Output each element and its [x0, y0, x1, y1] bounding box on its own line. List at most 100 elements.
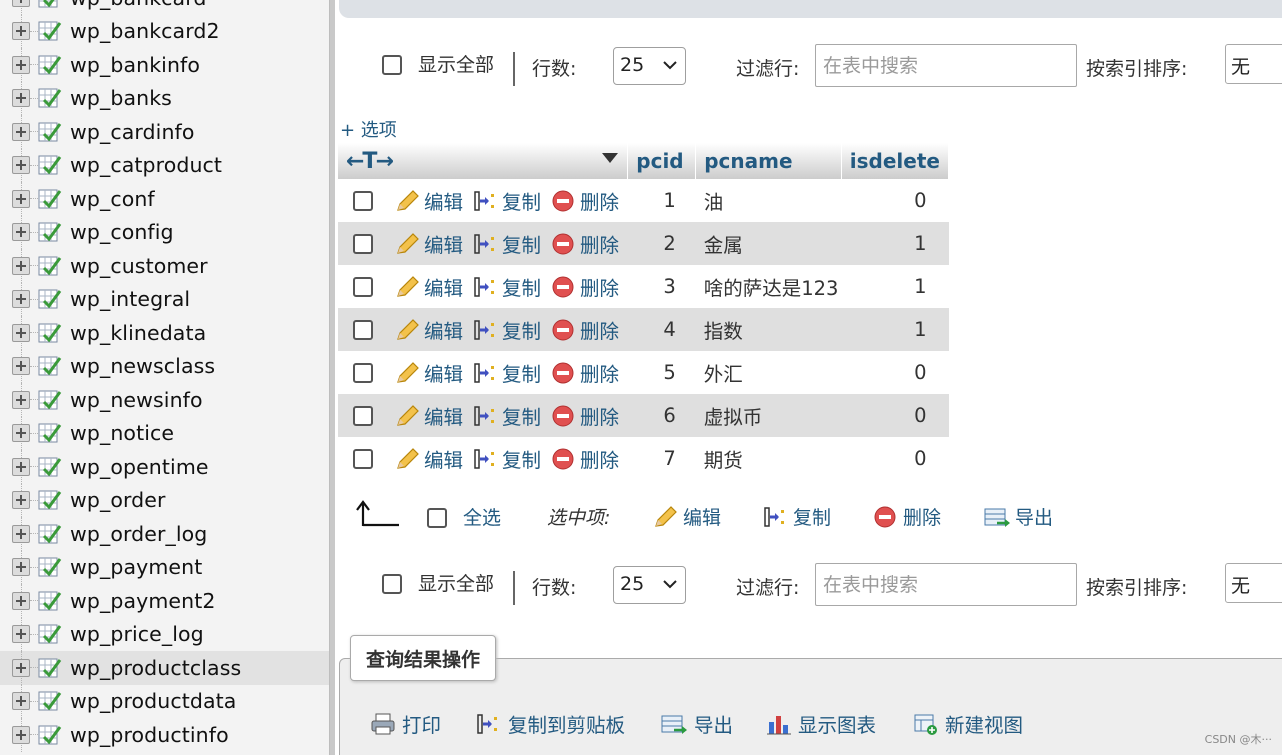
cell-pcname[interactable]: 油: [695, 179, 842, 222]
row-copy-button[interactable]: 复制: [473, 358, 541, 387]
sidebar-table-label[interactable]: wp_bankcard: [70, 0, 206, 10]
show-all-label[interactable]: 显示全部: [418, 50, 494, 77]
cell-isdelete[interactable]: 0: [841, 394, 949, 437]
sidebar-table-label[interactable]: wp_notice: [70, 421, 174, 445]
sort-by-index-select-bottom[interactable]: 无: [1225, 563, 1282, 603]
show-chart-button[interactable]: 显示图表: [766, 709, 876, 738]
sidebar-table-label[interactable]: wp_productclass: [70, 656, 241, 680]
sidebar-table-item[interactable]: wp_payment: [0, 550, 329, 584]
table-icon[interactable]: [38, 0, 62, 9]
cell-isdelete[interactable]: 0: [841, 437, 949, 480]
table-icon[interactable]: [38, 54, 62, 76]
cell-isdelete[interactable]: 1: [841, 222, 949, 265]
expand-icon[interactable]: [12, 457, 30, 476]
table-icon[interactable]: [38, 657, 62, 679]
cell-pcid[interactable]: 5: [627, 351, 696, 394]
row-edit-button[interactable]: 编辑: [395, 444, 463, 473]
sidebar-table-label[interactable]: wp_price_log: [70, 622, 204, 646]
expand-icon[interactable]: [12, 223, 30, 242]
expand-icon[interactable]: [12, 625, 30, 644]
sidebar-table-item[interactable]: wp_newsclass: [0, 349, 329, 383]
table-icon[interactable]: [38, 121, 62, 143]
expand-icon[interactable]: [12, 89, 30, 108]
filter-rows-field-bottom[interactable]: [816, 564, 1076, 605]
sidebar-table-label[interactable]: wp_catproduct: [70, 153, 222, 177]
row-copy-button[interactable]: 复制: [473, 229, 541, 258]
sidebar-table-label[interactable]: wp_order: [70, 488, 166, 512]
expand-icon[interactable]: [12, 658, 30, 677]
table-icon[interactable]: [38, 724, 62, 746]
row-delete-button[interactable]: 删除: [551, 358, 619, 387]
sidebar-table-item[interactable]: wp_opentime: [0, 450, 329, 484]
sidebar-table-item[interactable]: wp_conf: [0, 182, 329, 216]
cell-isdelete[interactable]: 0: [841, 351, 949, 394]
cell-pcname[interactable]: 外汇: [695, 351, 842, 394]
table-icon[interactable]: [38, 255, 62, 277]
sidebar-table-label[interactable]: wp_conf: [70, 187, 155, 211]
show-all-label-bottom[interactable]: 显示全部: [418, 569, 494, 596]
table-icon[interactable]: [38, 389, 62, 411]
column-arrows-icon[interactable]: ←T→: [346, 149, 394, 174]
cell-pcid[interactable]: 7: [627, 437, 696, 480]
sidebar-table-label[interactable]: wp_integral: [70, 287, 190, 311]
column-header-pcname[interactable]: pcname: [695, 143, 842, 179]
row-checkbox[interactable]: [353, 190, 373, 211]
row-edit-button[interactable]: 编辑: [395, 272, 463, 301]
row-copy-button[interactable]: 复制: [473, 315, 541, 344]
row-copy-button[interactable]: 复制: [473, 401, 541, 430]
expand-icon[interactable]: [12, 122, 30, 141]
row-checkbox[interactable]: [353, 319, 373, 340]
row-copy-button[interactable]: 复制: [473, 186, 541, 215]
bulk-copy-button[interactable]: 复制: [763, 503, 831, 530]
table-icon[interactable]: [38, 456, 62, 478]
row-copy-button[interactable]: 复制: [473, 272, 541, 301]
expand-icon[interactable]: [12, 491, 30, 510]
sidebar-table-label[interactable]: wp_bankcard2: [70, 19, 220, 43]
sidebar-table-item[interactable]: wp_catproduct: [0, 148, 329, 182]
sidebar-table-label[interactable]: wp_order_log: [70, 522, 207, 546]
sidebar-table-label[interactable]: wp_customer: [70, 254, 208, 278]
expand-icon[interactable]: [12, 0, 30, 7]
cell-pcname[interactable]: 虚拟币: [695, 394, 842, 437]
sort-triangle-icon[interactable]: [601, 152, 619, 164]
export-button[interactable]: 导出: [660, 709, 733, 738]
expand-icon[interactable]: [12, 558, 30, 577]
sidebar-table-item[interactable]: wp_banks: [0, 81, 329, 115]
cell-pcid[interactable]: 3: [627, 265, 696, 308]
sidebar-table-label[interactable]: wp_productinfo: [70, 723, 229, 747]
select-all-label[interactable]: 全选: [463, 503, 501, 530]
expand-icon[interactable]: [12, 357, 30, 376]
sidebar-table-label[interactable]: wp_newsinfo: [70, 388, 203, 412]
sidebar-table-label[interactable]: wp_klinedata: [70, 321, 206, 345]
table-icon[interactable]: [38, 623, 62, 645]
cell-pcid[interactable]: 1: [627, 179, 696, 222]
row-checkbox[interactable]: [353, 448, 373, 469]
cell-pcid[interactable]: 4: [627, 308, 696, 351]
table-icon[interactable]: [38, 489, 62, 511]
table-icon[interactable]: [38, 188, 62, 210]
bulk-edit-button[interactable]: 编辑: [653, 503, 721, 530]
row-edit-button[interactable]: 编辑: [395, 358, 463, 387]
filter-rows-input-bottom[interactable]: [815, 563, 1077, 606]
select-all-checkbox[interactable]: [427, 508, 447, 528]
expand-icon[interactable]: [12, 290, 30, 309]
table-icon[interactable]: [38, 556, 62, 578]
sidebar-table-item[interactable]: wp_productinfo: [0, 718, 329, 752]
table-icon[interactable]: [38, 87, 62, 109]
table-icon[interactable]: [38, 322, 62, 344]
row-edit-button[interactable]: 编辑: [395, 229, 463, 258]
sidebar-table-item[interactable]: wp_notice: [0, 416, 329, 450]
expand-icon[interactable]: [12, 725, 30, 744]
sidebar-table-item[interactable]: wp_bankcard: [0, 0, 329, 15]
row-delete-button[interactable]: 删除: [551, 272, 619, 301]
row-delete-button[interactable]: 删除: [551, 315, 619, 344]
bulk-export-button[interactable]: 导出: [983, 503, 1053, 530]
column-header-pcid[interactable]: pcid: [627, 143, 697, 179]
sidebar-table-label[interactable]: wp_newsclass: [70, 354, 215, 378]
cell-isdelete[interactable]: 0: [841, 179, 949, 222]
expand-icon[interactable]: [12, 156, 30, 175]
expand-icon[interactable]: [12, 256, 30, 275]
expand-icon[interactable]: [12, 55, 30, 74]
expand-icon[interactable]: [12, 692, 30, 711]
row-checkbox[interactable]: [353, 276, 373, 297]
